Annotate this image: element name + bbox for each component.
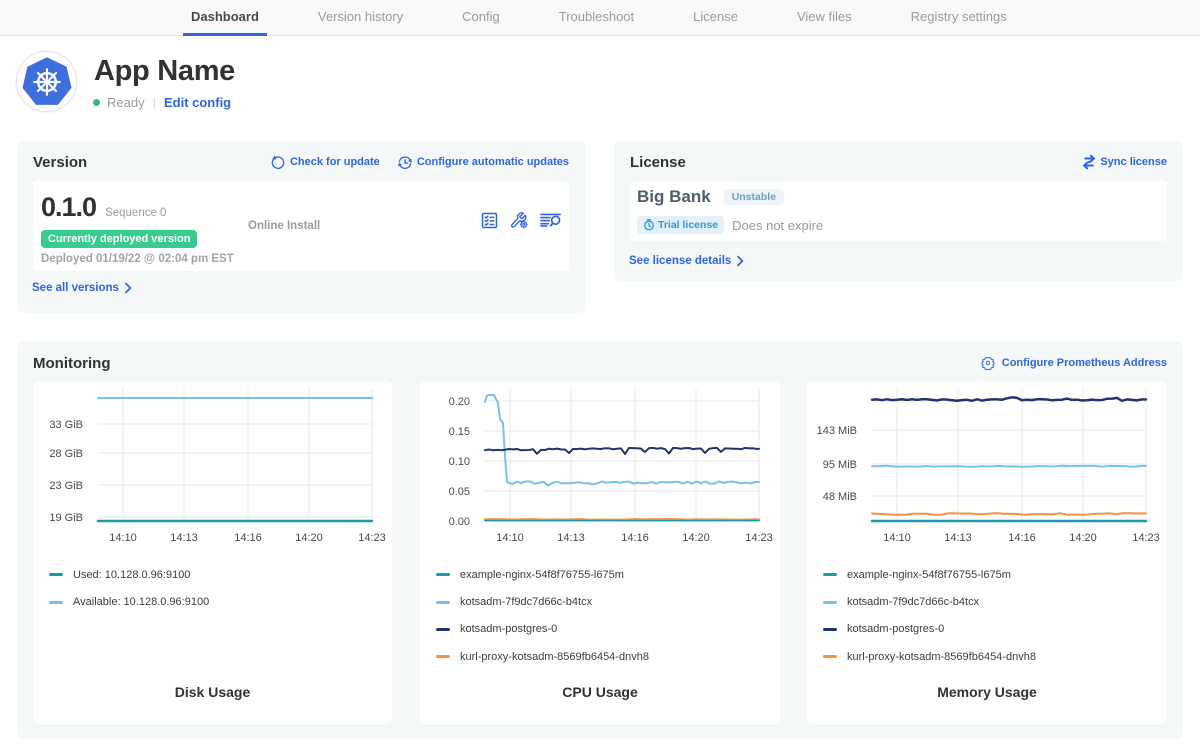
svg-text:95 MiB: 95 MiB <box>823 459 857 471</box>
svg-text:14:10: 14:10 <box>109 532 137 544</box>
svg-text:14:13: 14:13 <box>557 532 585 544</box>
svg-text:14:20: 14:20 <box>1069 532 1097 544</box>
svg-text:28 GiB: 28 GiB <box>49 448 83 460</box>
svg-text:48 MiB: 48 MiB <box>823 491 857 503</box>
svg-text:0.15: 0.15 <box>449 426 470 438</box>
svg-text:14:23: 14:23 <box>745 532 773 544</box>
svg-text:23 GiB: 23 GiB <box>49 480 83 492</box>
svg-text:14:16: 14:16 <box>234 532 262 544</box>
svg-text:0.10: 0.10 <box>449 456 470 468</box>
svg-text:14:10: 14:10 <box>496 532 524 544</box>
svg-text:0.00: 0.00 <box>449 516 470 528</box>
svg-text:14:16: 14:16 <box>621 532 649 544</box>
svg-text:33 GiB: 33 GiB <box>49 419 83 431</box>
svg-text:14:23: 14:23 <box>1132 532 1160 544</box>
svg-text:19 GiB: 19 GiB <box>49 512 83 524</box>
svg-text:14:13: 14:13 <box>944 532 972 544</box>
svg-text:0.05: 0.05 <box>449 486 470 498</box>
svg-text:0.20: 0.20 <box>449 396 470 408</box>
svg-text:14:23: 14:23 <box>358 532 386 544</box>
svg-text:143 MiB: 143 MiB <box>817 425 857 437</box>
svg-text:14:20: 14:20 <box>682 532 710 544</box>
svg-text:14:20: 14:20 <box>295 532 323 544</box>
svg-text:14:10: 14:10 <box>883 532 911 544</box>
svg-text:14:16: 14:16 <box>1008 532 1036 544</box>
svg-text:14:13: 14:13 <box>170 532 198 544</box>
